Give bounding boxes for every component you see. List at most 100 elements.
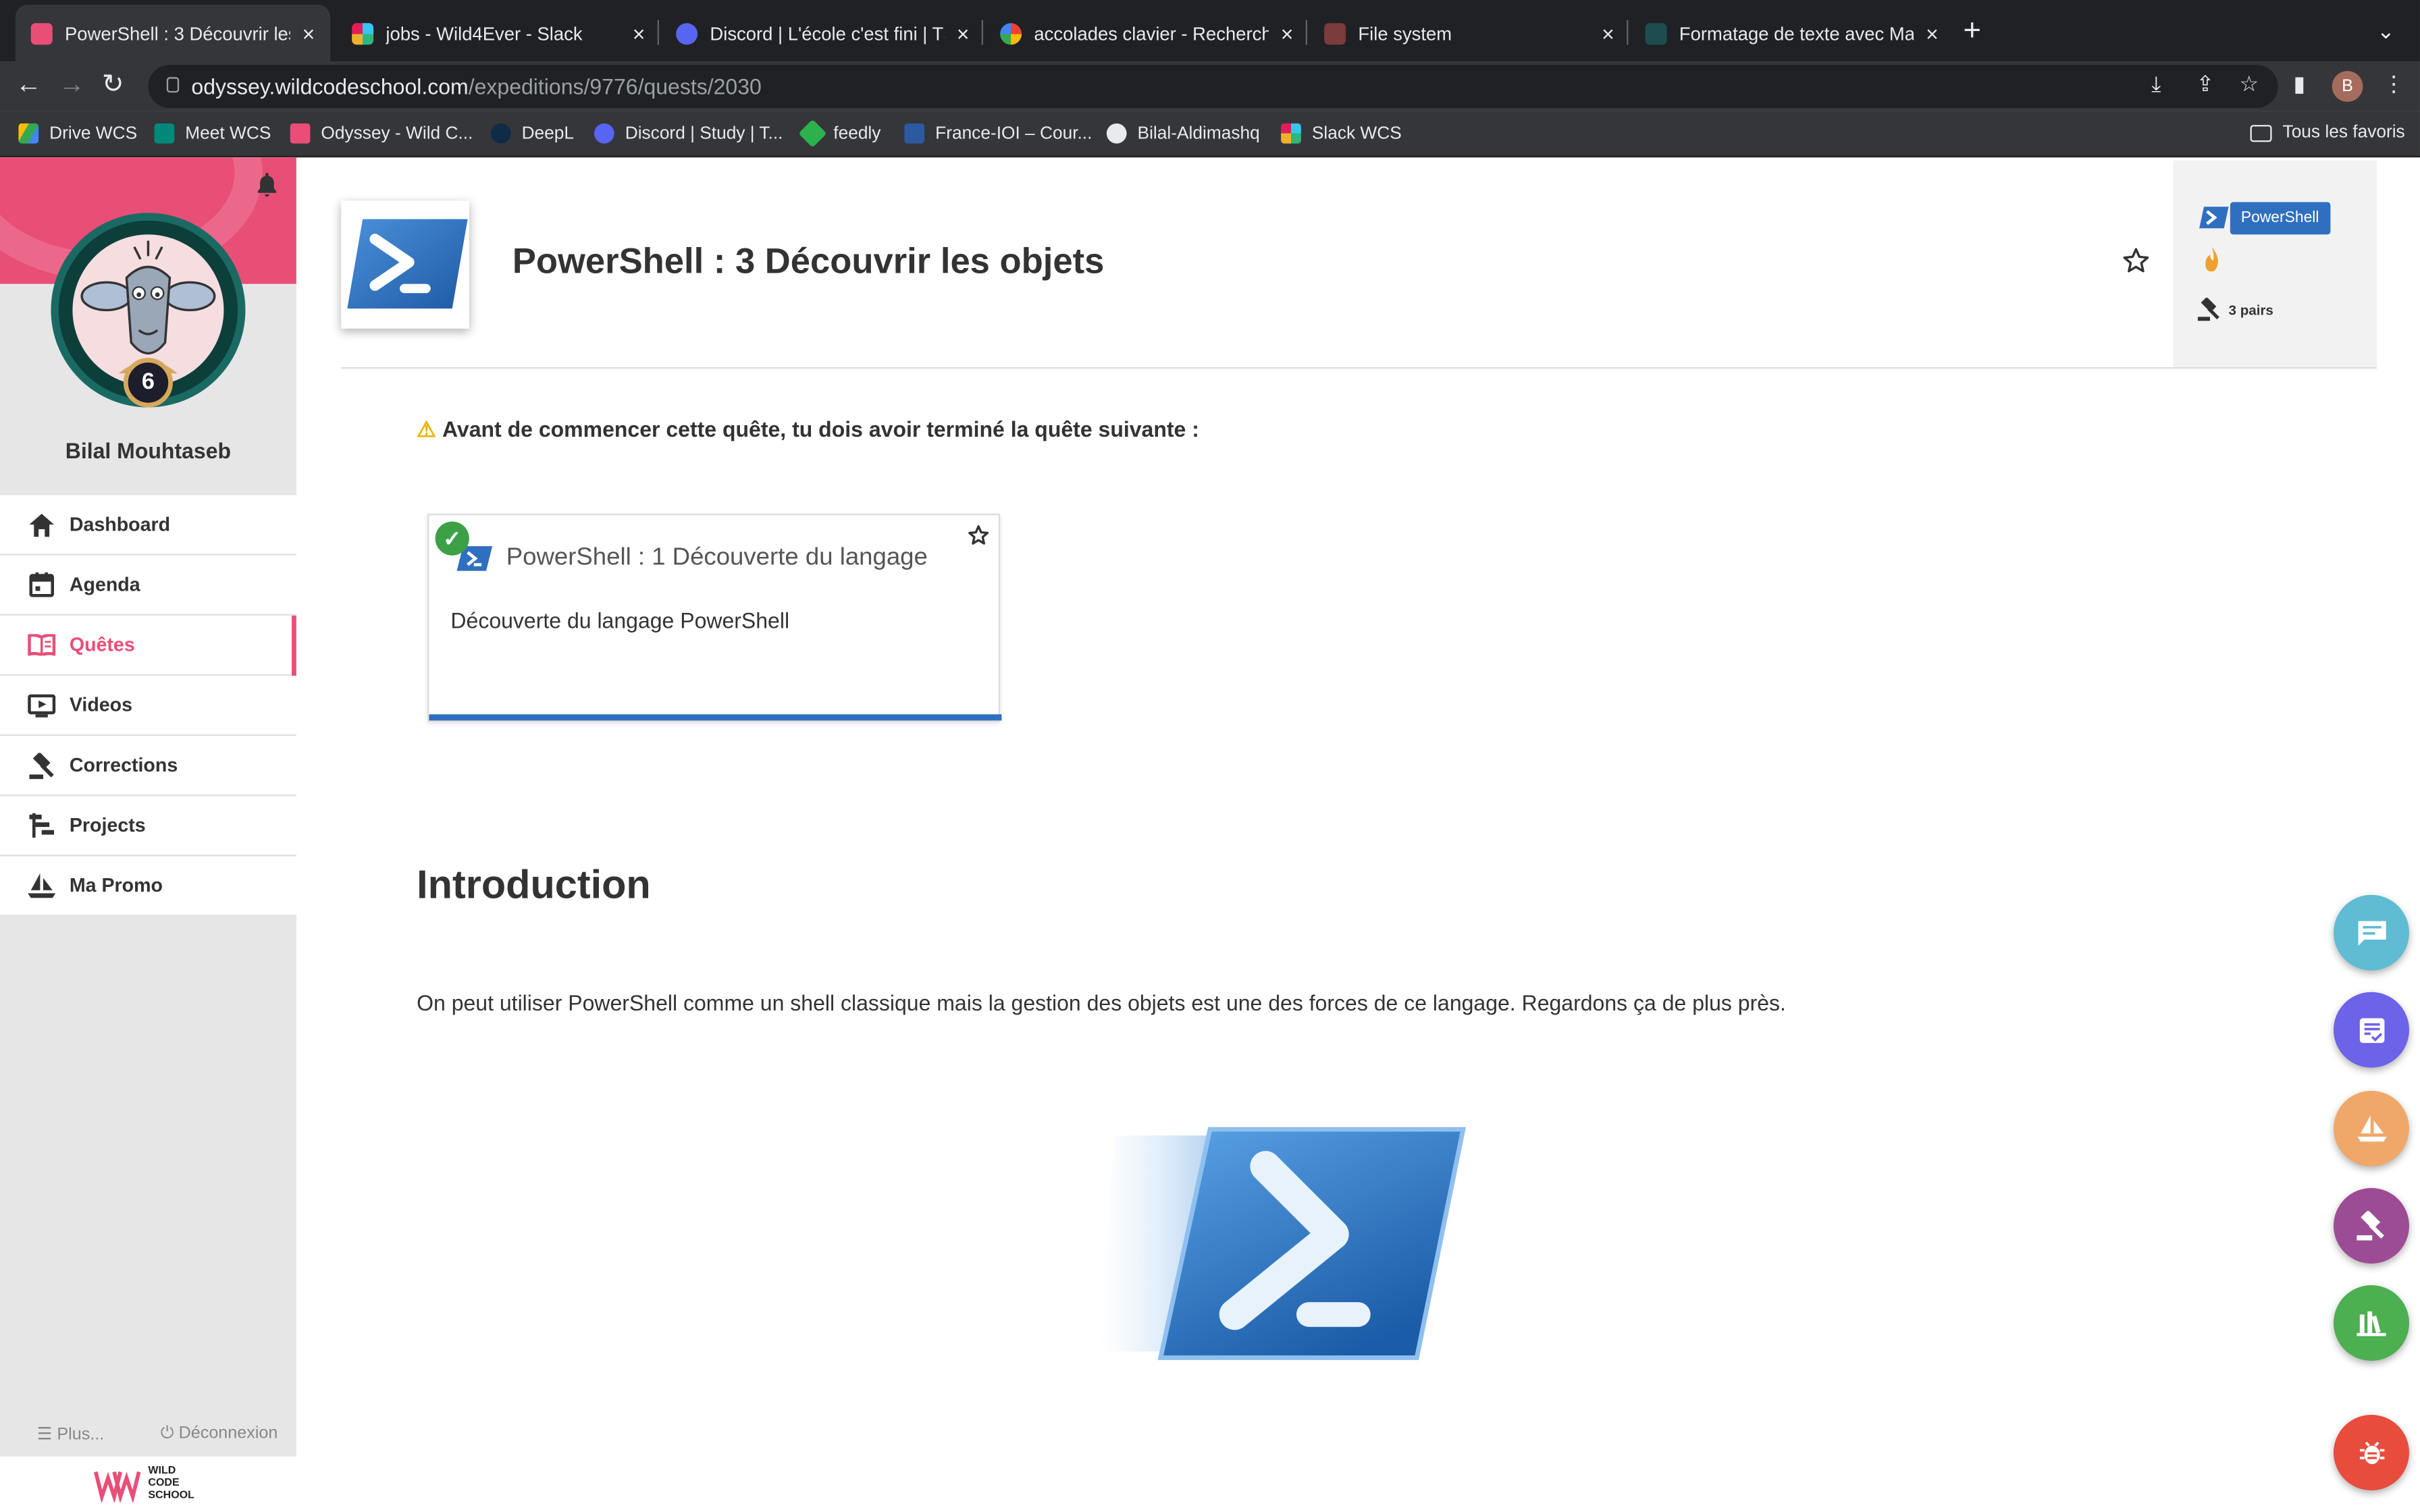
odyssey-icon [290, 123, 311, 144]
page-title: PowerShell : 3 Découvrir les objets [512, 240, 1105, 281]
address-bar[interactable]: odyssey.wildcodeschool.com/expeditions/9… [148, 64, 2278, 108]
notification-bell-icon[interactable] [256, 172, 278, 198]
close-tab-icon[interactable]: × [957, 21, 970, 46]
odyssey-favicon-icon [30, 22, 53, 45]
close-tab-icon[interactable]: × [1602, 21, 1614, 46]
bookmark-feedly[interactable]: feedly [798, 119, 880, 148]
bookmark-france-ioi[interactable]: France-IOI – Cour... [904, 123, 1092, 144]
favorite-star-icon[interactable] [2122, 247, 2150, 275]
projects-icon [28, 811, 55, 839]
tab-search-chevron-icon[interactable]: ⌄ [2377, 18, 2395, 45]
profile-header: 6 Bilal Mouhtaseb [0, 157, 296, 494]
feedly-icon [798, 119, 827, 148]
odyssey-favicon-icon [1324, 22, 1346, 45]
google-favicon-icon [1000, 22, 1022, 45]
close-tab-icon[interactable]: × [633, 21, 646, 46]
sidebar-item-projects[interactable]: Projects [0, 796, 296, 857]
chat-fab[interactable] [2333, 894, 2409, 971]
browser-toolbar: ← → ↻ odyssey.wildcodeschool.com/expedit… [0, 61, 2420, 111]
meet-icon [154, 123, 175, 144]
tab-discord[interactable]: Discord | L'école c'est fini | TS × [660, 5, 984, 62]
wcs-logo-icon [93, 1465, 142, 1504]
user-name: Bilal Mouhtaseb [65, 438, 232, 463]
prerequisite-warning: ⚠ Avant de commencer cette quête, tu dois… [417, 416, 1199, 441]
bookmarks-bar: Drive WCS Meet WCS Odyssey - Wild C... D… [0, 111, 2420, 158]
drive-icon [18, 123, 39, 144]
tab-markdown[interactable]: Formatage de texte avec Mark × [1630, 5, 1954, 62]
bookmark-deepl[interactable]: DeepL [490, 123, 574, 144]
bookmark-discord-study[interactable]: Discord | Study | T... [594, 123, 783, 144]
gavel-icon [28, 751, 55, 779]
powershell-logo-image [1099, 1120, 1477, 1367]
reload-icon[interactable]: ↻ [102, 70, 124, 101]
warning-icon: ⚠ [417, 416, 436, 441]
video-icon [28, 691, 56, 719]
bookmark-slack-wcs[interactable]: Slack WCS [1281, 123, 1402, 144]
bug-report-fab[interactable] [2333, 1414, 2409, 1490]
new-tab-button[interactable]: + [1963, 16, 1981, 47]
review-fab[interactable] [2333, 992, 2409, 1068]
discord-favicon-icon [676, 22, 698, 45]
sidebar-item-ma-promo[interactable]: Ma Promo [0, 856, 296, 917]
discord-icon [594, 123, 614, 144]
deepl-icon [490, 123, 511, 144]
favorite-star-icon[interactable] [968, 524, 989, 546]
lock-icon [166, 77, 180, 93]
tab-file-system[interactable]: File system × [1309, 5, 1629, 62]
url-text[interactable]: odyssey.wildcodeschool.com/expeditions/9… [191, 74, 761, 99]
sidebar-menu: Dashboard Agenda Quêtes Videos Correctio… [0, 495, 296, 917]
close-tab-icon[interactable]: × [1281, 21, 1294, 46]
bookmark-star-icon[interactable]: ☆ [2240, 71, 2259, 97]
sidebar-item-dashboard[interactable]: Dashboard [0, 495, 296, 556]
install-icon[interactable]: ⤓ [2151, 71, 2161, 97]
technology-tag[interactable]: PowerShell [2230, 202, 2330, 235]
powershell-tag-icon [2198, 205, 2229, 230]
logout-button[interactable]: ⏻ Déconnexion [161, 1424, 278, 1444]
slack-icon [1281, 123, 1301, 144]
forward-arrow-icon[interactable]: → [59, 70, 85, 101]
prerequisite-quest-card[interactable]: ✓ PowerShell : 1 Découverte du langage D… [427, 514, 1002, 722]
share-icon[interactable]: ⇪ [2197, 71, 2215, 97]
resources-fab[interactable] [2333, 1285, 2409, 1361]
prereq-card-description: Découverte du langage PowerShell [450, 608, 790, 633]
wild-code-school-logo: WILD CODE SCHOOL [0, 1456, 296, 1512]
sidebar-item-videos[interactable]: Videos [0, 676, 296, 736]
book-icon [28, 631, 56, 659]
slack-favicon-icon [352, 22, 374, 45]
card-progress-bar [429, 714, 1002, 721]
chrome-menu-icon[interactable]: ⋮ [2383, 71, 2404, 97]
github-icon [1106, 123, 1127, 144]
gavel-icon [2197, 296, 2221, 321]
back-arrow-icon[interactable]: ← [16, 70, 42, 101]
calendar-icon [28, 571, 55, 599]
close-tab-icon[interactable]: × [1926, 21, 1939, 46]
tab-google-search[interactable]: accolades clavier - Recherche × [984, 5, 1309, 62]
promo-fab[interactable] [2333, 1090, 2409, 1166]
folder-icon [2250, 124, 2272, 142]
close-tab-icon[interactable]: × [302, 21, 315, 46]
difficulty-flame-icon [2204, 246, 2219, 272]
more-options-button[interactable]: ☰ Plus... [37, 1424, 104, 1444]
intro-paragraph: On peut utiliser PowerShell comme un she… [417, 990, 1786, 1015]
tab-slack[interactable]: jobs - Wild4Ever - Slack × [336, 5, 660, 62]
tab-powershell-quest[interactable]: PowerShell : 3 Découvrir les o × [15, 4, 331, 62]
review-pairs-count: 3 pairs [2228, 302, 2273, 318]
header-divider [341, 367, 2377, 369]
sidebar: 6 Bilal Mouhtaseb Dashboard Agenda Quête… [0, 157, 296, 1512]
powershell-quest-icon [341, 200, 469, 329]
all-bookmarks-folder[interactable]: Tous les favoris [2250, 124, 2405, 142]
side-panel-icon[interactable]: ▮ [2294, 71, 2306, 97]
sidebar-item-corrections[interactable]: Corrections [0, 736, 296, 796]
prereq-card-title: PowerShell : 1 Découverte du langage [506, 544, 928, 571]
france-ioi-icon [904, 123, 925, 144]
sidebar-item-quetes[interactable]: Quêtes [0, 615, 296, 676]
corrections-fab[interactable] [2333, 1187, 2409, 1264]
bookmark-odyssey[interactable]: Odyssey - Wild C... [290, 123, 473, 144]
completed-check-icon: ✓ [435, 521, 469, 556]
browser-tab-bar: PowerShell : 3 Découvrir les o × jobs - … [0, 0, 2420, 62]
bookmark-github[interactable]: Bilal-Aldimashq [1106, 123, 1260, 144]
sidebar-item-agenda[interactable]: Agenda [0, 555, 296, 616]
profile-avatar[interactable]: B [2332, 71, 2363, 102]
bookmark-meet-wcs[interactable]: Meet WCS [154, 123, 271, 144]
bookmark-drive-wcs[interactable]: Drive WCS [18, 123, 137, 144]
